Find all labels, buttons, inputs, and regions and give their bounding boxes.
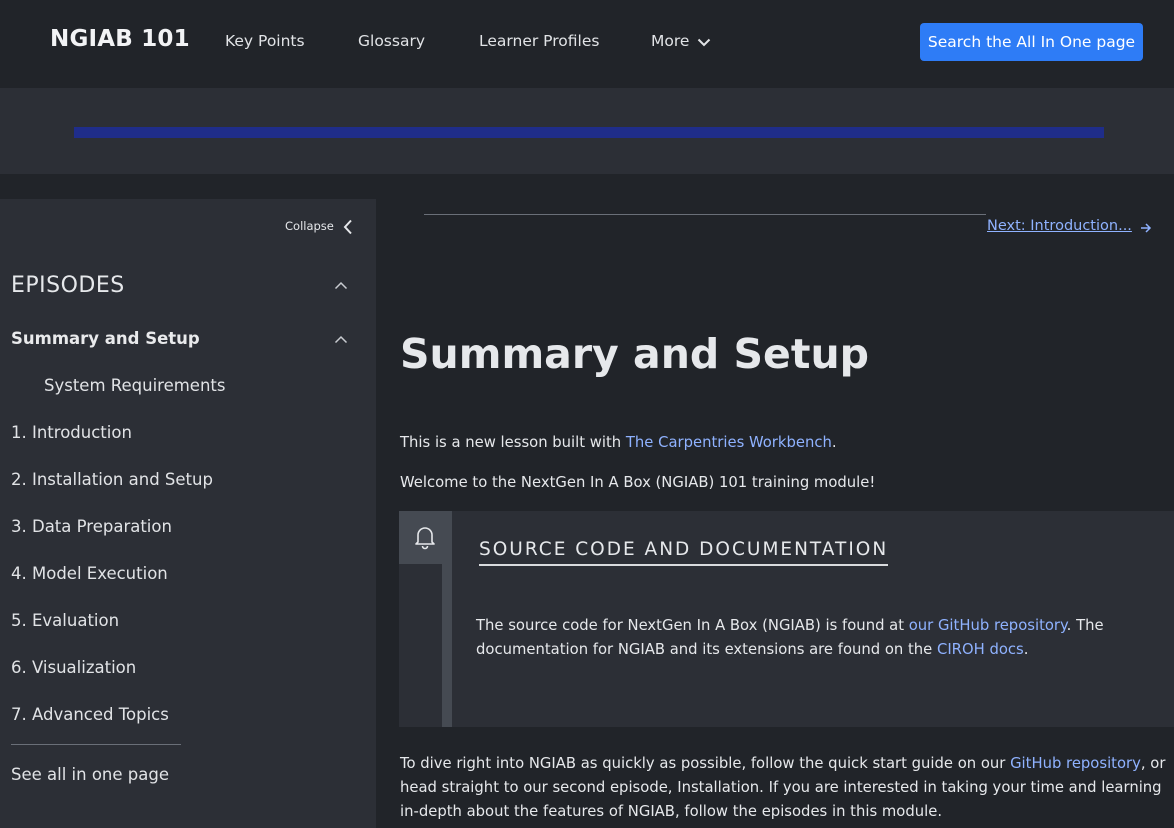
- sidebar-item-installation[interactable]: 2. Installation and Setup: [11, 470, 213, 489]
- intro-end: .: [831, 434, 837, 451]
- chevron-up-icon[interactable]: [334, 335, 348, 344]
- sidebar-item-evaluation[interactable]: 5. Evaluation: [11, 611, 119, 630]
- callout-body: The source code for NextGen In A Box (NG…: [476, 614, 1136, 662]
- callout-accent-bar: [442, 564, 452, 727]
- arrow-right-icon[interactable]: [1140, 222, 1152, 234]
- callout-icon-box: [399, 511, 452, 564]
- nav-more-dropdown[interactable]: More: [651, 32, 711, 51]
- sidebar-item-system-requirements[interactable]: System Requirements: [44, 376, 225, 395]
- episodes-heading: EPISODES: [11, 273, 125, 298]
- ciroh-docs-link[interactable]: CIROH docs: [937, 641, 1024, 658]
- intro-text: This is a new lesson built with: [400, 434, 626, 451]
- sidebar-item-model-execution[interactable]: 4. Model Execution: [11, 564, 168, 583]
- sidebar-item-advanced-topics[interactable]: 7. Advanced Topics: [11, 705, 169, 724]
- dive-in-paragraph: To dive right into NGIAB as quickly as p…: [400, 752, 1174, 824]
- intro-paragraph: This is a new lesson built with The Carp…: [400, 431, 837, 455]
- callout-source-code: SOURCE CODE AND DOCUMENTATION The source…: [399, 511, 1174, 727]
- welcome-paragraph: Welcome to the NextGen In A Box (NGIAB) …: [400, 474, 876, 491]
- dive-text: To dive right into NGIAB as quickly as p…: [400, 755, 1011, 772]
- next-episode-link[interactable]: Next: Introduction...: [987, 218, 1132, 234]
- chevron-up-icon[interactable]: [334, 281, 348, 290]
- brand-logo[interactable]: NGIAB 101: [50, 26, 190, 52]
- collapse-sidebar-button[interactable]: Collapse: [285, 219, 352, 235]
- progress-bar-fill: [74, 127, 1104, 138]
- nav-key-points[interactable]: Key Points: [225, 32, 305, 50]
- nav-learner-profiles[interactable]: Learner Profiles: [479, 32, 599, 50]
- nav-glossary[interactable]: Glossary: [358, 32, 425, 50]
- chevron-left-icon: [343, 219, 352, 235]
- sidebar-item-data-preparation[interactable]: 3. Data Preparation: [11, 517, 172, 536]
- nav-more-label: More: [651, 32, 690, 50]
- page-title: Summary and Setup: [400, 330, 869, 378]
- sidebar-divider: [11, 744, 181, 745]
- callout-text-part: The source code for NextGen In A Box (NG…: [476, 617, 909, 634]
- callout-text-part: .: [1023, 641, 1029, 658]
- top-navbar: NGIAB 101 Key Points Glossary Learner Pr…: [0, 0, 1174, 88]
- sidebar-item-summary-and-setup[interactable]: Summary and Setup: [11, 329, 200, 348]
- github-repository-link[interactable]: our GitHub repository: [909, 617, 1067, 634]
- callout-heading: SOURCE CODE AND DOCUMENTATION: [479, 539, 889, 566]
- sidebar-item-visualization[interactable]: 6. Visualization: [11, 658, 136, 677]
- collapse-label: Collapse: [285, 219, 334, 233]
- bell-icon: [415, 527, 435, 550]
- sidebar-item-introduction[interactable]: 1. Introduction: [11, 423, 132, 442]
- see-all-in-one-page-link[interactable]: See all in one page: [11, 765, 169, 784]
- search-all-in-one-button[interactable]: Search the All In One page: [920, 23, 1143, 61]
- chevron-down-icon: [697, 33, 711, 51]
- github-repository-link[interactable]: GitHub repository: [1010, 755, 1141, 772]
- main-divider: [424, 214, 986, 215]
- lesson-progress-bar: [74, 127, 1104, 138]
- carpentries-workbench-link[interactable]: The Carpentries Workbench: [626, 434, 832, 451]
- progress-band: [0, 88, 1174, 174]
- sidebar: Collapse EPISODES Summary and Setup Syst…: [0, 199, 376, 828]
